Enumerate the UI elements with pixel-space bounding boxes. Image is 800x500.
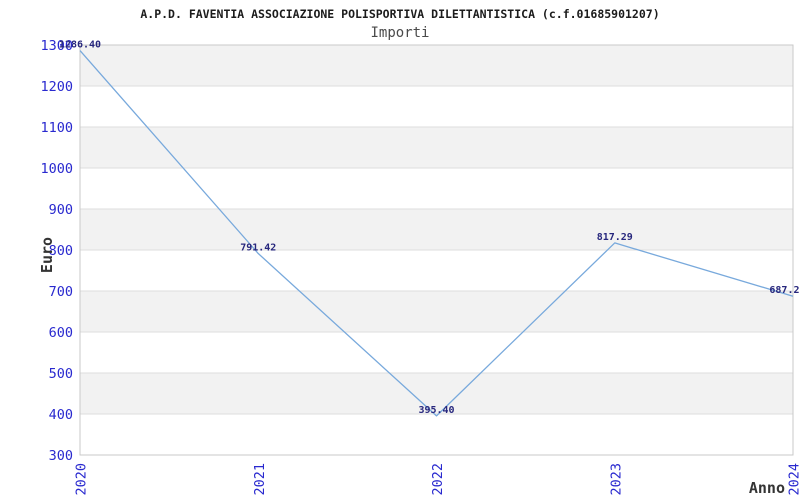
plot-band [80,250,793,291]
y-axis-tick-label: 900 [49,202,73,218]
data-point-label: 1286.40 [59,40,101,51]
y-axis-tick-label: 600 [49,325,73,341]
chart-subtitle: Importi [370,25,430,41]
y-axis-tick-label: 700 [49,284,73,300]
plot-band [80,209,793,250]
x-axis-tick-label: 2021 [252,463,268,496]
plot-band [80,127,793,168]
plot-band [80,414,793,455]
plot-band [80,45,793,86]
y-axis-tick-label: 1100 [40,120,73,136]
y-axis-tick-label: 1200 [40,79,73,95]
plot-band [80,86,793,127]
x-axis-tick-label: 2023 [608,463,624,496]
chart: 300 400 500 600 700 800 900 1000 1100 1200 1300 202… [0,0,800,500]
y-axis-tick-label: 500 [49,366,73,382]
y-axis-tick-label: 300 [49,448,73,464]
data-point-label: 791.42 [240,243,276,254]
x-axis-tick-label: 2022 [430,463,446,496]
y-axis-tick-label: 400 [49,407,73,423]
plot-band [80,291,793,332]
y-axis-title: Euro [38,236,56,274]
data-point-label: 687.2 [769,285,799,296]
chart-title: A.P.D. FAVENTIA ASSOCIAZIONE POLISPORTIV… [140,7,660,21]
x-axis-title: Anno [748,479,785,497]
plot-band [80,168,793,209]
y-axis-tick-label: 1000 [40,161,73,177]
data-point-label: 817.29 [597,232,633,243]
x-axis-tick-label: 2020 [74,463,90,496]
data-point-label: 395.40 [418,405,454,416]
plot-band [80,332,793,373]
x-axis-tick-label: 2024 [787,463,800,496]
plot-area: 3004005006007008009001000110012001300202… [40,38,800,496]
